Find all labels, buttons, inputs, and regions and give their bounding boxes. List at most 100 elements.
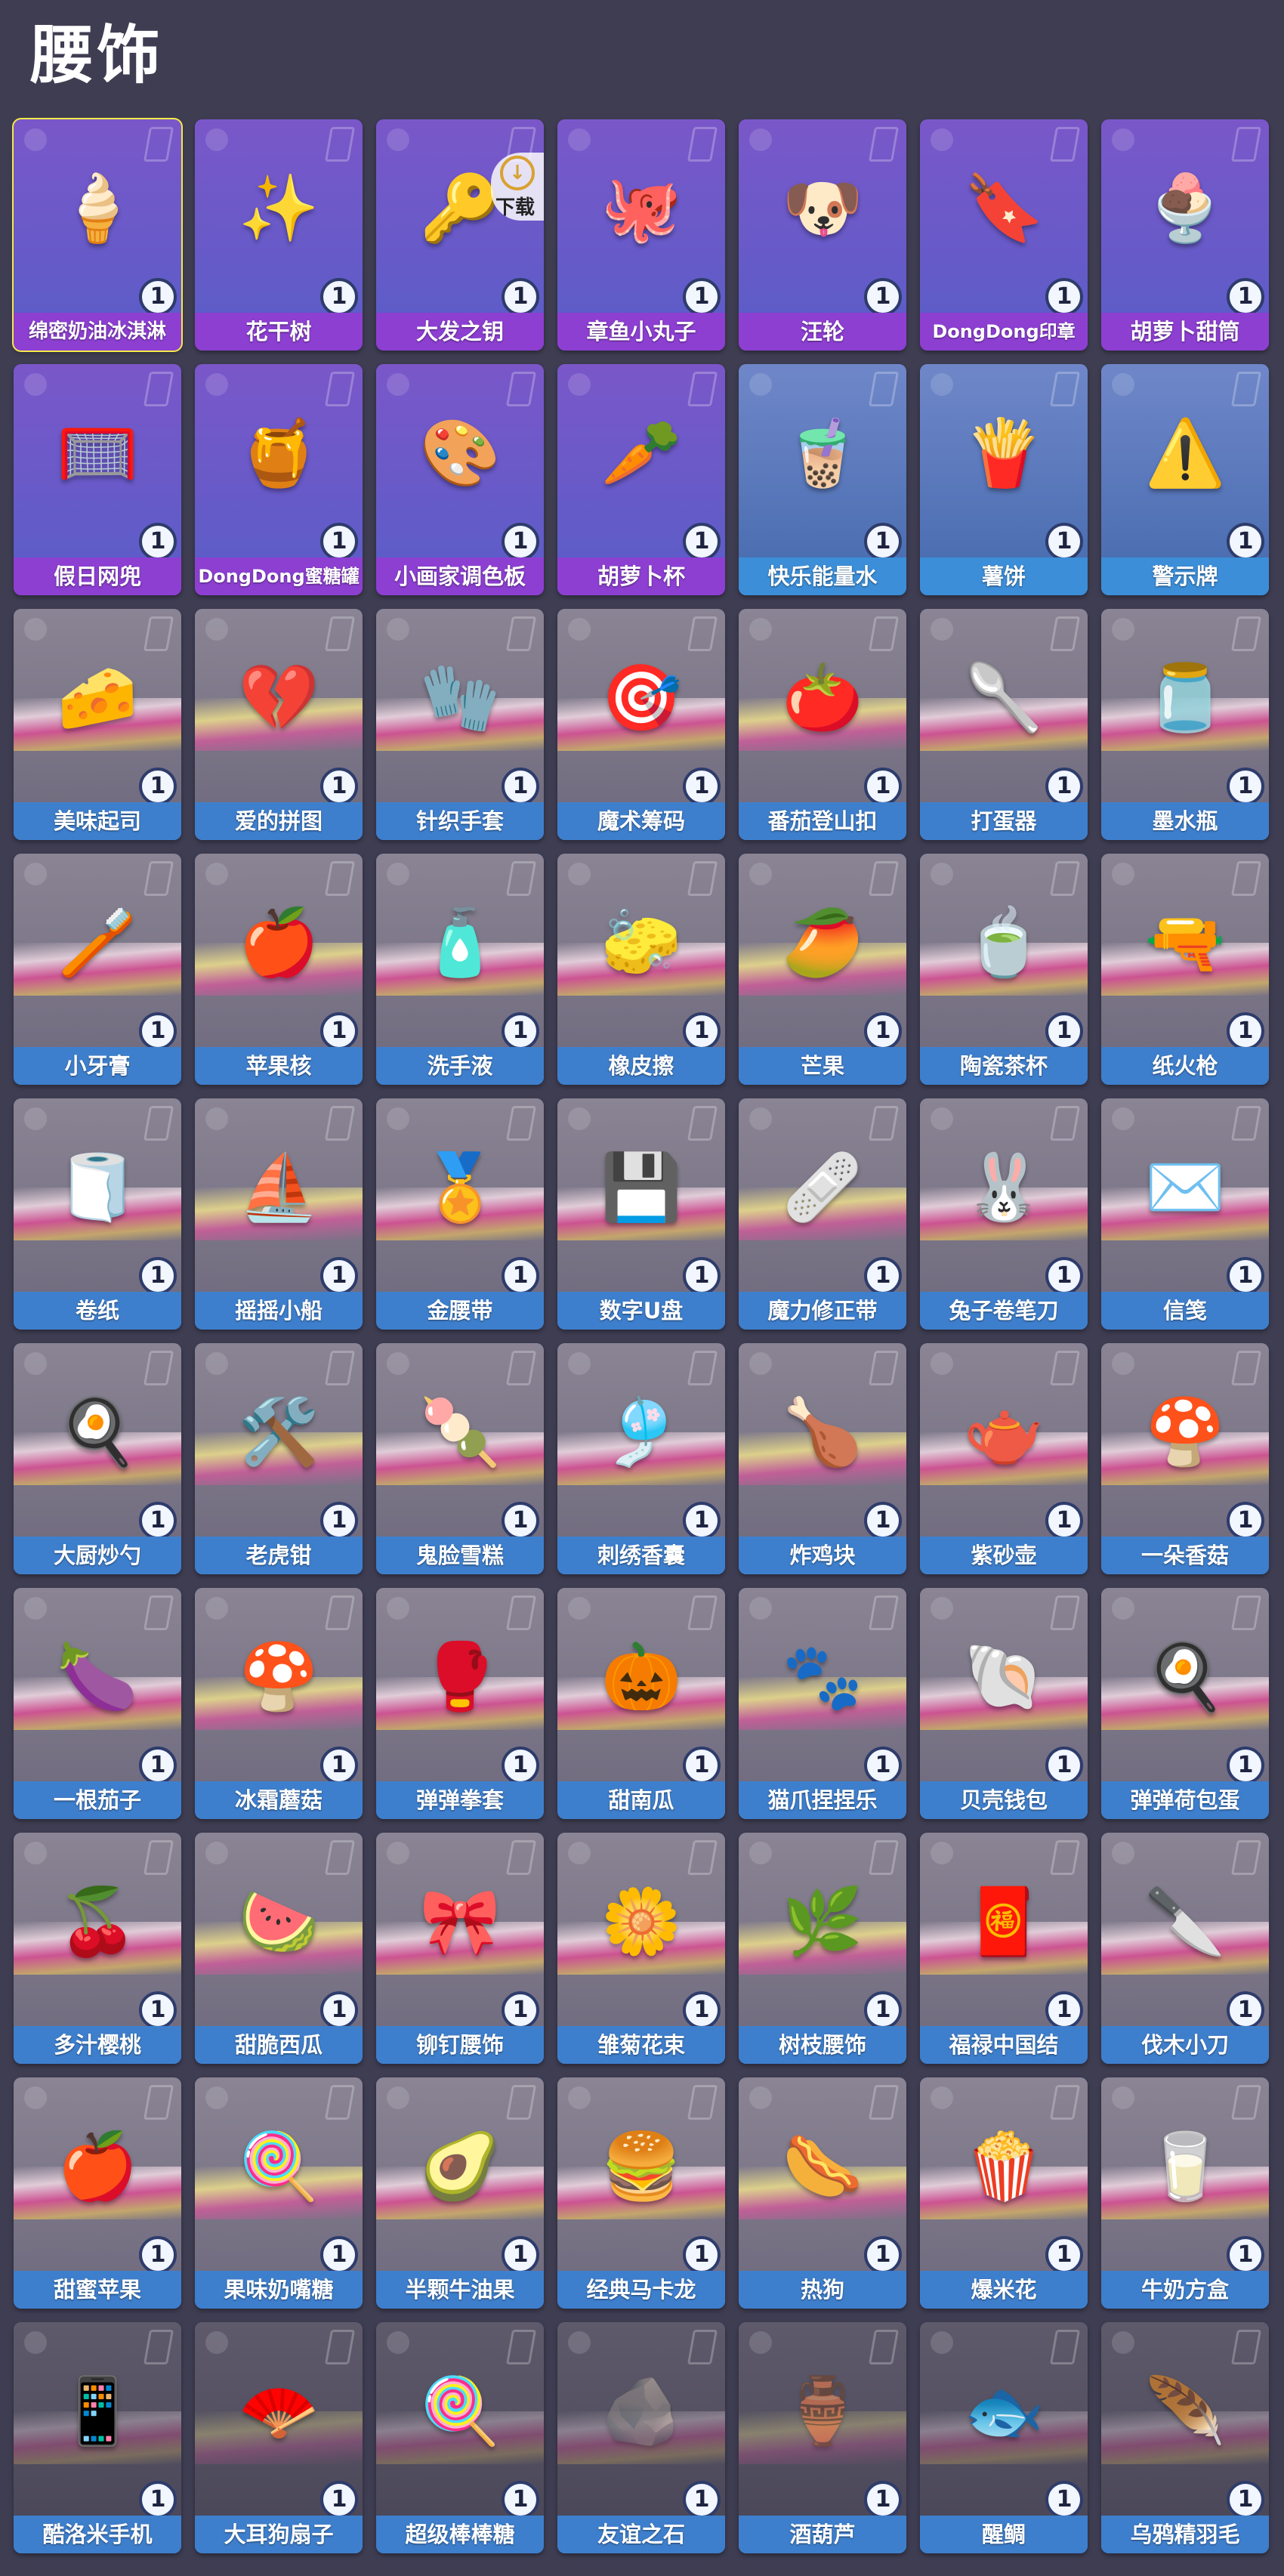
item-card[interactable]: 🍅 1 番茄登山扣 — [739, 609, 906, 840]
quantity-badge: 1 — [1227, 1991, 1264, 2029]
download-badge[interactable]: ↓ 下载 — [491, 153, 544, 221]
item-name-label: 酒葫芦 — [739, 2516, 906, 2553]
item-card[interactable]: 🔖 1 DongDong印章 — [920, 119, 1088, 351]
item-card[interactable]: 🪨 1 友谊之石 — [557, 2322, 725, 2553]
item-card[interactable]: 🍒 1 多汁樱桃 — [14, 1833, 181, 2064]
item-card[interactable]: 🍎 1 苹果核 — [195, 854, 363, 1085]
item-card[interactable]: 🍎 1 甜蜜苹果 — [14, 2077, 181, 2309]
item-card[interactable]: 🧧 1 福禄中国结 — [920, 1833, 1088, 2064]
item-card[interactable]: 🍯 1 DongDong蜜糖罐 — [195, 364, 363, 595]
item-card[interactable]: 🍨 1 胡萝卜甜筒 — [1101, 119, 1269, 351]
item-card[interactable]: 🧀 1 美味起司 — [14, 609, 181, 840]
item-card[interactable]: 🍿 1 爆米花 — [920, 2077, 1088, 2309]
item-card[interactable]: 🥊 1 弹弹拳套 — [376, 1588, 544, 1819]
apple-watermark-icon — [1112, 373, 1134, 396]
item-card[interactable]: 🍄 1 一朵香菇 — [1101, 1343, 1269, 1574]
item-card[interactable]: 🍉 1 甜脆西瓜 — [195, 1833, 363, 2064]
item-card[interactable]: 🍭 1 超级棒棒糖 — [376, 2322, 544, 2553]
quantity-badge: 1 — [502, 2236, 539, 2274]
dog-wheel-icon: 🐶 — [782, 171, 863, 246]
item-card[interactable]: 🐶 1 汪轮 — [739, 119, 906, 351]
item-card[interactable]: 🔑 ↓ 下载 1 大发之钥 — [376, 119, 544, 351]
item-card[interactable]: 🍵 1 陶瓷茶杯 — [920, 854, 1088, 1085]
item-card[interactable]: 🐙 1 章鱼小丸子 — [557, 119, 725, 351]
item-card[interactable]: ✨ 1 花干树 — [195, 119, 363, 351]
item-card[interactable]: 🥭 1 芒果 — [739, 854, 906, 1085]
sachet-icon: 🎐 — [600, 1395, 682, 1470]
item-card[interactable]: 🎯 1 魔术筹码 — [557, 609, 725, 840]
item-card[interactable]: ✉️ 1 信笺 — [1101, 1098, 1269, 1330]
quantity-badge: 1 — [502, 1991, 539, 2029]
download-label: 下载 — [495, 196, 536, 219]
item-card[interactable]: 🎐 1 刺绣香囊 — [557, 1343, 725, 1574]
item-card[interactable]: 🪥 1 小牙膏 — [14, 854, 181, 1085]
item-card[interactable]: 🐰 1 兔子卷笔刀 — [920, 1098, 1088, 1330]
item-card[interactable]: 🌭 1 热狗 — [739, 2077, 906, 2309]
item-card[interactable]: 🍟 1 薯饼 — [920, 364, 1088, 595]
item-card[interactable]: 🐟 1 醒鲷 — [920, 2322, 1088, 2553]
fan-icon: 🪭 — [238, 2374, 319, 2449]
item-card[interactable]: 🥅 1 假日网兜 — [14, 364, 181, 595]
item-card[interactable]: 🍳 1 弹弹荷包蛋 — [1101, 1588, 1269, 1819]
item-card[interactable]: 💾 1 数字U盘 — [557, 1098, 725, 1330]
item-card[interactable]: 🫙 1 墨水瓶 — [1101, 609, 1269, 840]
item-card[interactable]: 🎃 1 甜南瓜 — [557, 1588, 725, 1819]
quantity-badge: 1 — [1045, 1991, 1083, 2029]
item-card[interactable]: 🥑 1 半颗牛油果 — [376, 2077, 544, 2309]
apple-watermark-icon — [24, 863, 47, 885]
apple-watermark-icon — [568, 1597, 591, 1620]
item-card[interactable]: 🎀 1 铆钉腰饰 — [376, 1833, 544, 2064]
item-card[interactable]: 🔪 1 伐木小刀 — [1101, 1833, 1269, 2064]
item-card[interactable]: 💔 1 爱的拼图 — [195, 609, 363, 840]
item-card[interactable]: 🥕 1 胡萝卜杯 — [557, 364, 725, 595]
cheese-icon: 🧀 — [57, 660, 138, 736]
item-card[interactable]: 🌿 1 树枝腰饰 — [739, 1833, 906, 2064]
item-card[interactable]: 🍔 1 经典马卡龙 — [557, 2077, 725, 2309]
quantity-badge: 1 — [1227, 2236, 1264, 2274]
item-card[interactable]: 🥛 1 牛奶方盒 — [1101, 2077, 1269, 2309]
item-card[interactable]: 🪶 1 乌鸦精羽毛 — [1101, 2322, 1269, 2553]
item-card[interactable]: 🍗 1 炸鸡块 — [739, 1343, 906, 1574]
poker-chip-icon: 🎯 — [600, 660, 682, 736]
item-card[interactable]: 🧋 1 快乐能量水 — [739, 364, 906, 595]
apple-watermark-icon — [205, 1597, 228, 1620]
item-card[interactable]: 🔫 1 纸火枪 — [1101, 854, 1269, 1085]
item-name-label: 果味奶嘴糖 — [195, 2271, 363, 2309]
item-card[interactable]: 🧤 1 针织手套 — [376, 609, 544, 840]
item-card[interactable]: 🍳 1 大厨炒勺 — [14, 1343, 181, 1574]
item-card[interactable]: 🎨 1 小画家调色板 — [376, 364, 544, 595]
item-card[interactable]: 🛠️ 1 老虎钳 — [195, 1343, 363, 1574]
apple-watermark-icon — [205, 2331, 228, 2354]
item-card[interactable]: 🥄 1 打蛋器 — [920, 609, 1088, 840]
item-name-label: 刺绣香囊 — [557, 1537, 725, 1574]
item-card[interactable]: 🍦 1 绵密奶油冰淇淋 — [12, 118, 183, 352]
apple-watermark-icon — [931, 1107, 953, 1130]
item-card[interactable]: 🏺 1 酒葫芦 — [739, 2322, 906, 2553]
item-card[interactable]: ⚠️ 1 警示牌 — [1101, 364, 1269, 595]
item-card[interactable]: 🧻 1 卷纸 — [14, 1098, 181, 1330]
item-card[interactable]: 🍄 1 冰霜蘑菇 — [195, 1588, 363, 1819]
item-card[interactable]: 📱 1 酷洛米手机 — [14, 2322, 181, 2553]
item-card[interactable]: 🫖 1 紫砂壶 — [920, 1343, 1088, 1574]
item-card[interactable]: 🏅 1 金腰带 — [376, 1098, 544, 1330]
item-card[interactable]: 🪭 1 大耳狗扇子 — [195, 2322, 363, 2553]
paper-gun-icon: 🔫 — [1144, 905, 1226, 981]
item-card[interactable]: 🩹 1 魔力修正带 — [739, 1098, 906, 1330]
apple-watermark-icon — [931, 863, 953, 885]
item-card[interactable]: 🧴 1 洗手液 — [376, 854, 544, 1085]
apple-watermark-icon — [568, 373, 591, 396]
item-card[interactable]: 🍭 1 果味奶嘴糖 — [195, 2077, 363, 2309]
item-card[interactable]: 🌼 1 雏菊花束 — [557, 1833, 725, 2064]
item-name-label: 贝壳钱包 — [920, 1781, 1088, 1819]
mushroom-icon: 🍄 — [1144, 1395, 1226, 1470]
item-card[interactable]: 🐾 1 猫爪捏捏乐 — [739, 1588, 906, 1819]
item-card[interactable]: 🐚 1 贝壳钱包 — [920, 1588, 1088, 1819]
item-name-label: 紫砂壶 — [920, 1537, 1088, 1574]
item-name-label: 花干树 — [195, 313, 363, 351]
quantity-badge: 1 — [320, 2481, 358, 2519]
item-card[interactable]: 🧽 1 橡皮擦 — [557, 854, 725, 1085]
item-card[interactable]: ⛵ 1 摇摇小船 — [195, 1098, 363, 1330]
quantity-badge: 1 — [864, 768, 902, 805]
item-card[interactable]: 🍡 1 鬼脸雪糕 — [376, 1343, 544, 1574]
item-card[interactable]: 🍆 1 一根茄子 — [14, 1588, 181, 1819]
